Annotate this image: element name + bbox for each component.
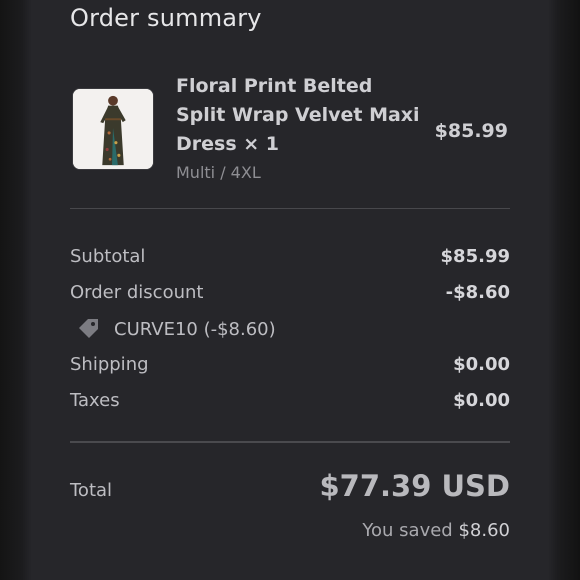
discount-value: -$8.60	[445, 281, 510, 303]
shipping-value: $0.00	[453, 353, 510, 375]
discount-code: CURVE10 (-$8.60)	[114, 318, 276, 340]
product-name: Floral Print Belted Split Wrap Velvet Ma…	[176, 75, 420, 155]
subtotal-row: Subtotal $85.99	[70, 243, 510, 269]
total-divider	[70, 441, 510, 443]
product-price: $85.99	[434, 120, 508, 142]
saved-amount: $8.60	[458, 520, 510, 541]
savings-note: You saved $8.60	[362, 520, 510, 541]
divider	[70, 208, 510, 209]
discount-code-badge: CURVE10 (-$8.60)	[76, 316, 276, 342]
page-title: Order summary	[70, 4, 262, 32]
tag-icon	[76, 316, 102, 342]
discount-label: Order discount	[70, 281, 204, 303]
total-label: Total	[70, 480, 113, 501]
product-thumbnail	[72, 88, 154, 170]
taxes-label: Taxes	[70, 389, 120, 411]
dress-thumbnail	[73, 89, 153, 169]
taxes-value: $0.00	[453, 389, 510, 411]
subtotal-label: Subtotal	[70, 245, 146, 267]
taxes-row: Taxes $0.00	[70, 387, 510, 413]
discount-row: Order discount -$8.60	[70, 279, 510, 305]
order-summary-panel: Order summary Floral Print Belted Split …	[32, 0, 548, 580]
shipping-label: Shipping	[70, 353, 149, 375]
subtotal-value: $85.99	[440, 245, 510, 267]
saved-label: You saved	[362, 520, 453, 541]
product-variant: Multi / 4XL	[176, 163, 261, 182]
shipping-row: Shipping $0.00	[70, 351, 510, 377]
total-amount: $77.39 USD	[319, 469, 510, 503]
